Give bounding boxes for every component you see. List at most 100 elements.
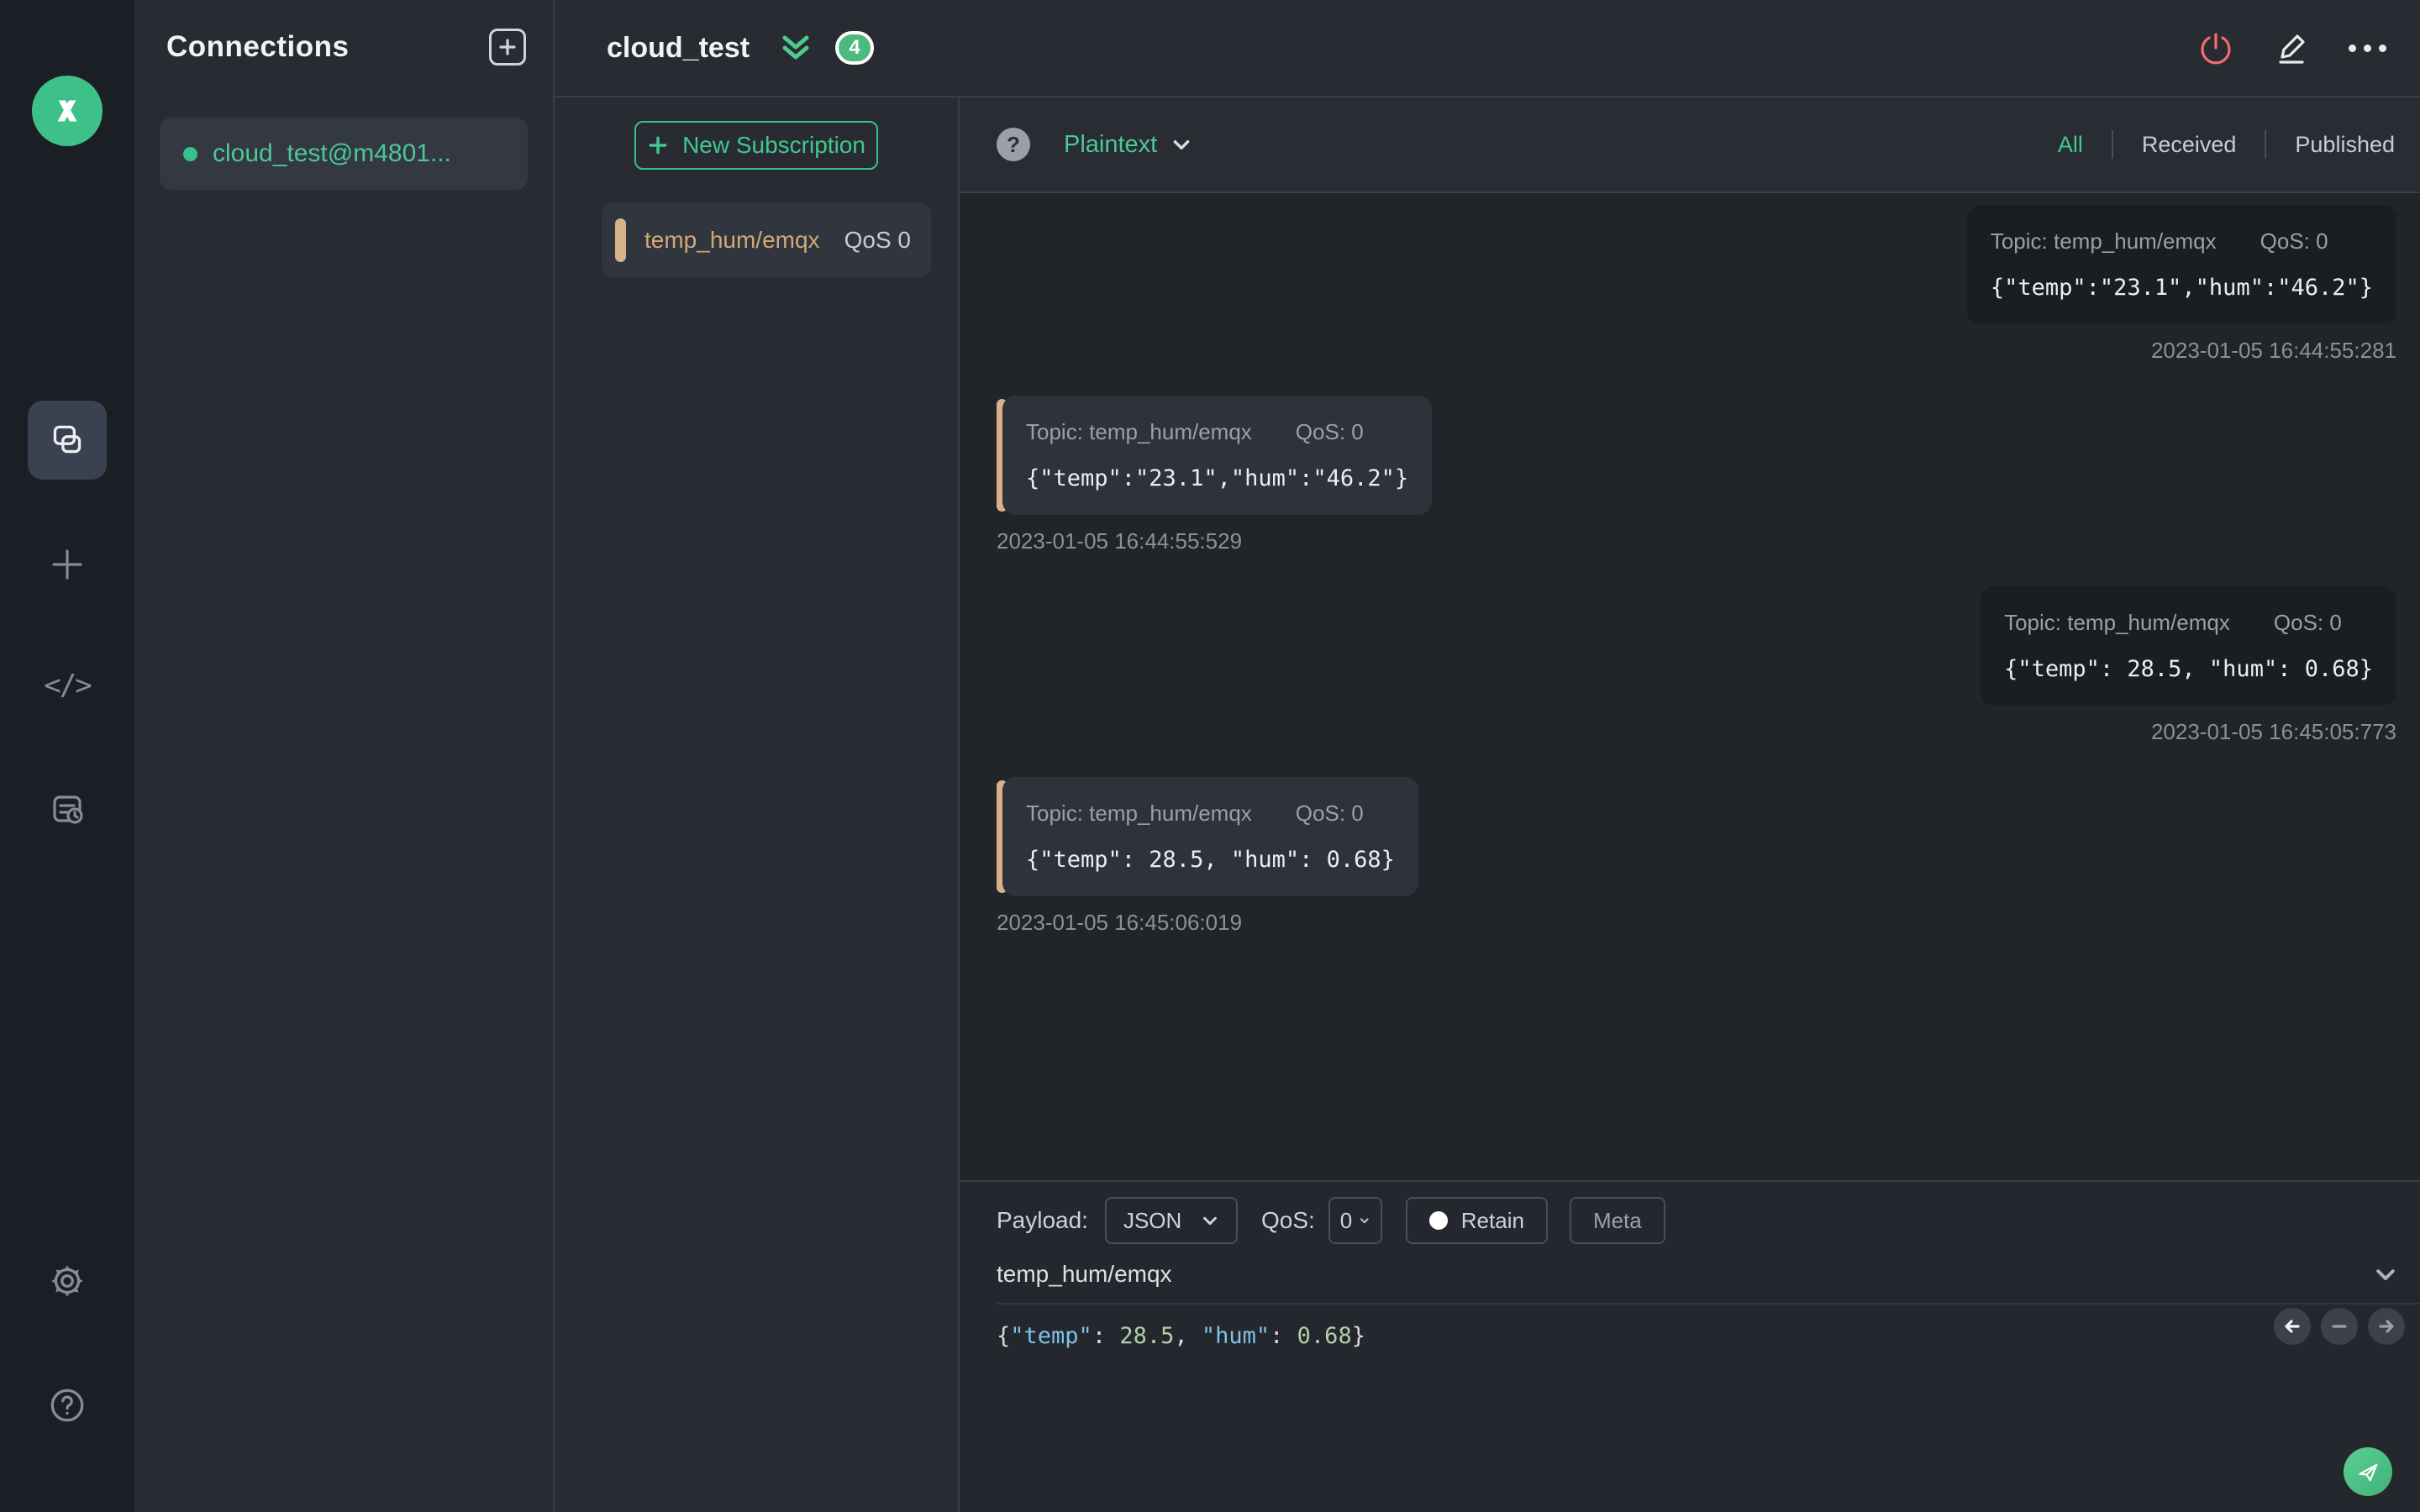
plus-square-icon	[499, 39, 516, 55]
payload-format-value: JSON	[1123, 1207, 1182, 1233]
message-topic: Topic: temp_hum/emqx	[1026, 419, 1252, 444]
retain-dot-icon	[1428, 1211, 1448, 1230]
message-qos: QoS: 0	[1295, 801, 1364, 826]
messages-toolbar: ? Plaintext All Received Published	[960, 97, 2420, 193]
json-token: :	[1270, 1323, 1297, 1349]
filter-received[interactable]: Received	[2142, 132, 2237, 158]
message-timestamp: 2023-01-05 16:44:55:281	[2150, 338, 2396, 363]
message-bubble[interactable]: Topic: temp_hum/emqx QoS: 0 {"temp": 28.…	[1981, 586, 2396, 706]
arrow-left-icon	[2285, 1320, 2300, 1333]
message-qos: QoS: 0	[1295, 419, 1364, 444]
message-list[interactable]: Topic: temp_hum/emqx QoS: 0 {"temp":"23.…	[960, 193, 2420, 1180]
message-topic: Topic: temp_hum/emqx	[1990, 228, 2217, 254]
minus-icon	[2332, 1325, 2347, 1328]
log-icon	[53, 795, 83, 824]
format-help-icon[interactable]: ?	[997, 128, 1030, 161]
payload-label: Payload:	[997, 1207, 1088, 1233]
message-qos: QoS: 0	[2260, 228, 2328, 254]
payload-format-dropdown[interactable]: JSON	[1104, 1197, 1238, 1244]
unread-count-badge[interactable]: 4	[835, 31, 875, 65]
subscription-color-bar	[615, 218, 626, 262]
message-topic: Topic: temp_hum/emqx	[2004, 610, 2230, 635]
help-question-icon	[50, 1389, 84, 1422]
message-filter-tabs: All Received Published	[2058, 130, 2395, 159]
qos-value: 0	[1339, 1207, 1353, 1233]
app-sidebar: </>	[0, 0, 134, 1512]
sidebar-item-connections[interactable]	[28, 401, 107, 480]
sidebar-item-log[interactable]	[28, 770, 107, 849]
connection-list-item[interactable]: cloud_test@m4801...	[160, 118, 528, 190]
qos-dropdown[interactable]: 0	[1328, 1197, 1382, 1244]
subscription-item[interactable]: temp_hum/emqx QoS 0	[602, 203, 931, 277]
chevron-down-icon	[1203, 1216, 1217, 1226]
send-paper-plane-icon	[2359, 1463, 2378, 1482]
arrow-right-icon	[2379, 1320, 2394, 1333]
mqttx-logo-icon	[57, 100, 77, 122]
message-qos: QoS: 0	[2273, 610, 2342, 635]
more-ellipsis-icon	[2349, 44, 2386, 52]
connection-name: cloud_test@m4801...	[213, 139, 451, 167]
json-token: }	[1351, 1323, 1365, 1349]
format-value: Plaintext	[1064, 130, 1158, 158]
connection-title: cloud_test	[607, 31, 750, 64]
json-number: 0.68	[1297, 1323, 1352, 1349]
retain-label: Retain	[1460, 1207, 1524, 1233]
settings-gear-icon	[51, 1265, 83, 1297]
payload-editor[interactable]: {"temp": 28.5, "hum": 0.68}	[997, 1323, 2420, 1349]
json-key: "temp"	[1010, 1323, 1092, 1349]
connections-icon	[53, 425, 82, 454]
sidebar-item-script[interactable]: </>	[28, 646, 107, 725]
sidebar-item-help[interactable]	[28, 1366, 107, 1445]
topic-input[interactable]: temp_hum/emqx	[997, 1261, 1172, 1288]
more-options-button[interactable]	[2349, 44, 2386, 52]
chevron-down-icon	[1360, 1218, 1369, 1224]
meta-button[interactable]: Meta	[1569, 1197, 1665, 1244]
subscriptions-panel: New Subscription temp_hum/emqx QoS 0	[555, 97, 960, 1512]
payload-format-select[interactable]: Plaintext	[1064, 131, 1192, 159]
new-connection-button[interactable]	[489, 29, 526, 66]
message-timestamp: 2023-01-05 16:45:05:773	[2150, 719, 2396, 744]
subscription-qos: QoS 0	[844, 227, 911, 253]
subscription-topic: temp_hum/emqx	[644, 227, 820, 253]
new-subscription-button[interactable]: New Subscription	[634, 121, 878, 170]
new-subscription-label: New Subscription	[682, 132, 865, 158]
message-payload: {"temp": 28.5, "hum": 0.68}	[2004, 656, 2373, 682]
filter-divider	[2265, 130, 2267, 159]
collapse-panel-chevron-icon[interactable]	[2373, 1262, 2398, 1287]
json-token: ,	[1174, 1323, 1202, 1349]
mqttx-app: </> Connections cloud_test@m4801... clou…	[0, 0, 2420, 1512]
connection-header: cloud_test 4	[555, 0, 2420, 97]
connections-title: Connections	[166, 30, 350, 63]
edit-connection-button[interactable]	[2273, 29, 2310, 66]
filter-all[interactable]: All	[2058, 132, 2083, 158]
expand-double-chevron-icon[interactable]	[778, 31, 813, 65]
retain-toggle[interactable]: Retain	[1405, 1197, 1548, 1244]
meta-label: Meta	[1592, 1207, 1642, 1233]
prev-message-button[interactable]	[2274, 1308, 2311, 1345]
received-message: Topic: temp_hum/emqx QoS: 0 {"temp":"23.…	[997, 396, 2396, 554]
new-connection-plus-icon	[52, 549, 82, 580]
connected-status-dot	[183, 146, 197, 161]
received-message: Topic: temp_hum/emqx QoS: 0 {"temp": 28.…	[997, 777, 2396, 936]
message-topic: Topic: temp_hum/emqx	[1026, 801, 1252, 826]
connections-panel: Connections cloud_test@m4801...	[134, 0, 555, 1512]
message-bubble[interactable]: Topic: temp_hum/emqx QoS: 0 {"temp":"23.…	[1966, 205, 2396, 324]
message-payload: {"temp": 28.5, "hum": 0.68}	[1026, 847, 1395, 873]
message-timestamp: 2023-01-05 16:44:55:529	[997, 528, 1243, 554]
disconnect-button[interactable]	[2197, 29, 2234, 66]
clear-message-button[interactable]	[2321, 1308, 2358, 1345]
filter-published[interactable]: Published	[2295, 132, 2395, 158]
disconnect-power-icon	[2201, 33, 2231, 65]
plus-icon	[649, 136, 667, 155]
message-payload: {"temp":"23.1","hum":"46.2"}	[1026, 465, 1409, 491]
sidebar-item-settings[interactable]	[28, 1242, 107, 1320]
json-token: {	[997, 1323, 1011, 1349]
messages-region: ? Plaintext All Received Published Topic…	[960, 97, 2420, 1512]
json-token: :	[1092, 1323, 1120, 1349]
send-button[interactable]	[2344, 1447, 2392, 1496]
next-message-button[interactable]	[2368, 1308, 2405, 1345]
message-bubble[interactable]: Topic: temp_hum/emqx QoS: 0 {"temp":"23.…	[1002, 396, 1433, 515]
message-payload: {"temp":"23.1","hum":"46.2"}	[1990, 275, 2373, 301]
sidebar-item-new-connection[interactable]	[28, 525, 107, 604]
message-bubble[interactable]: Topic: temp_hum/emqx QoS: 0 {"temp": 28.…	[1002, 777, 1418, 896]
